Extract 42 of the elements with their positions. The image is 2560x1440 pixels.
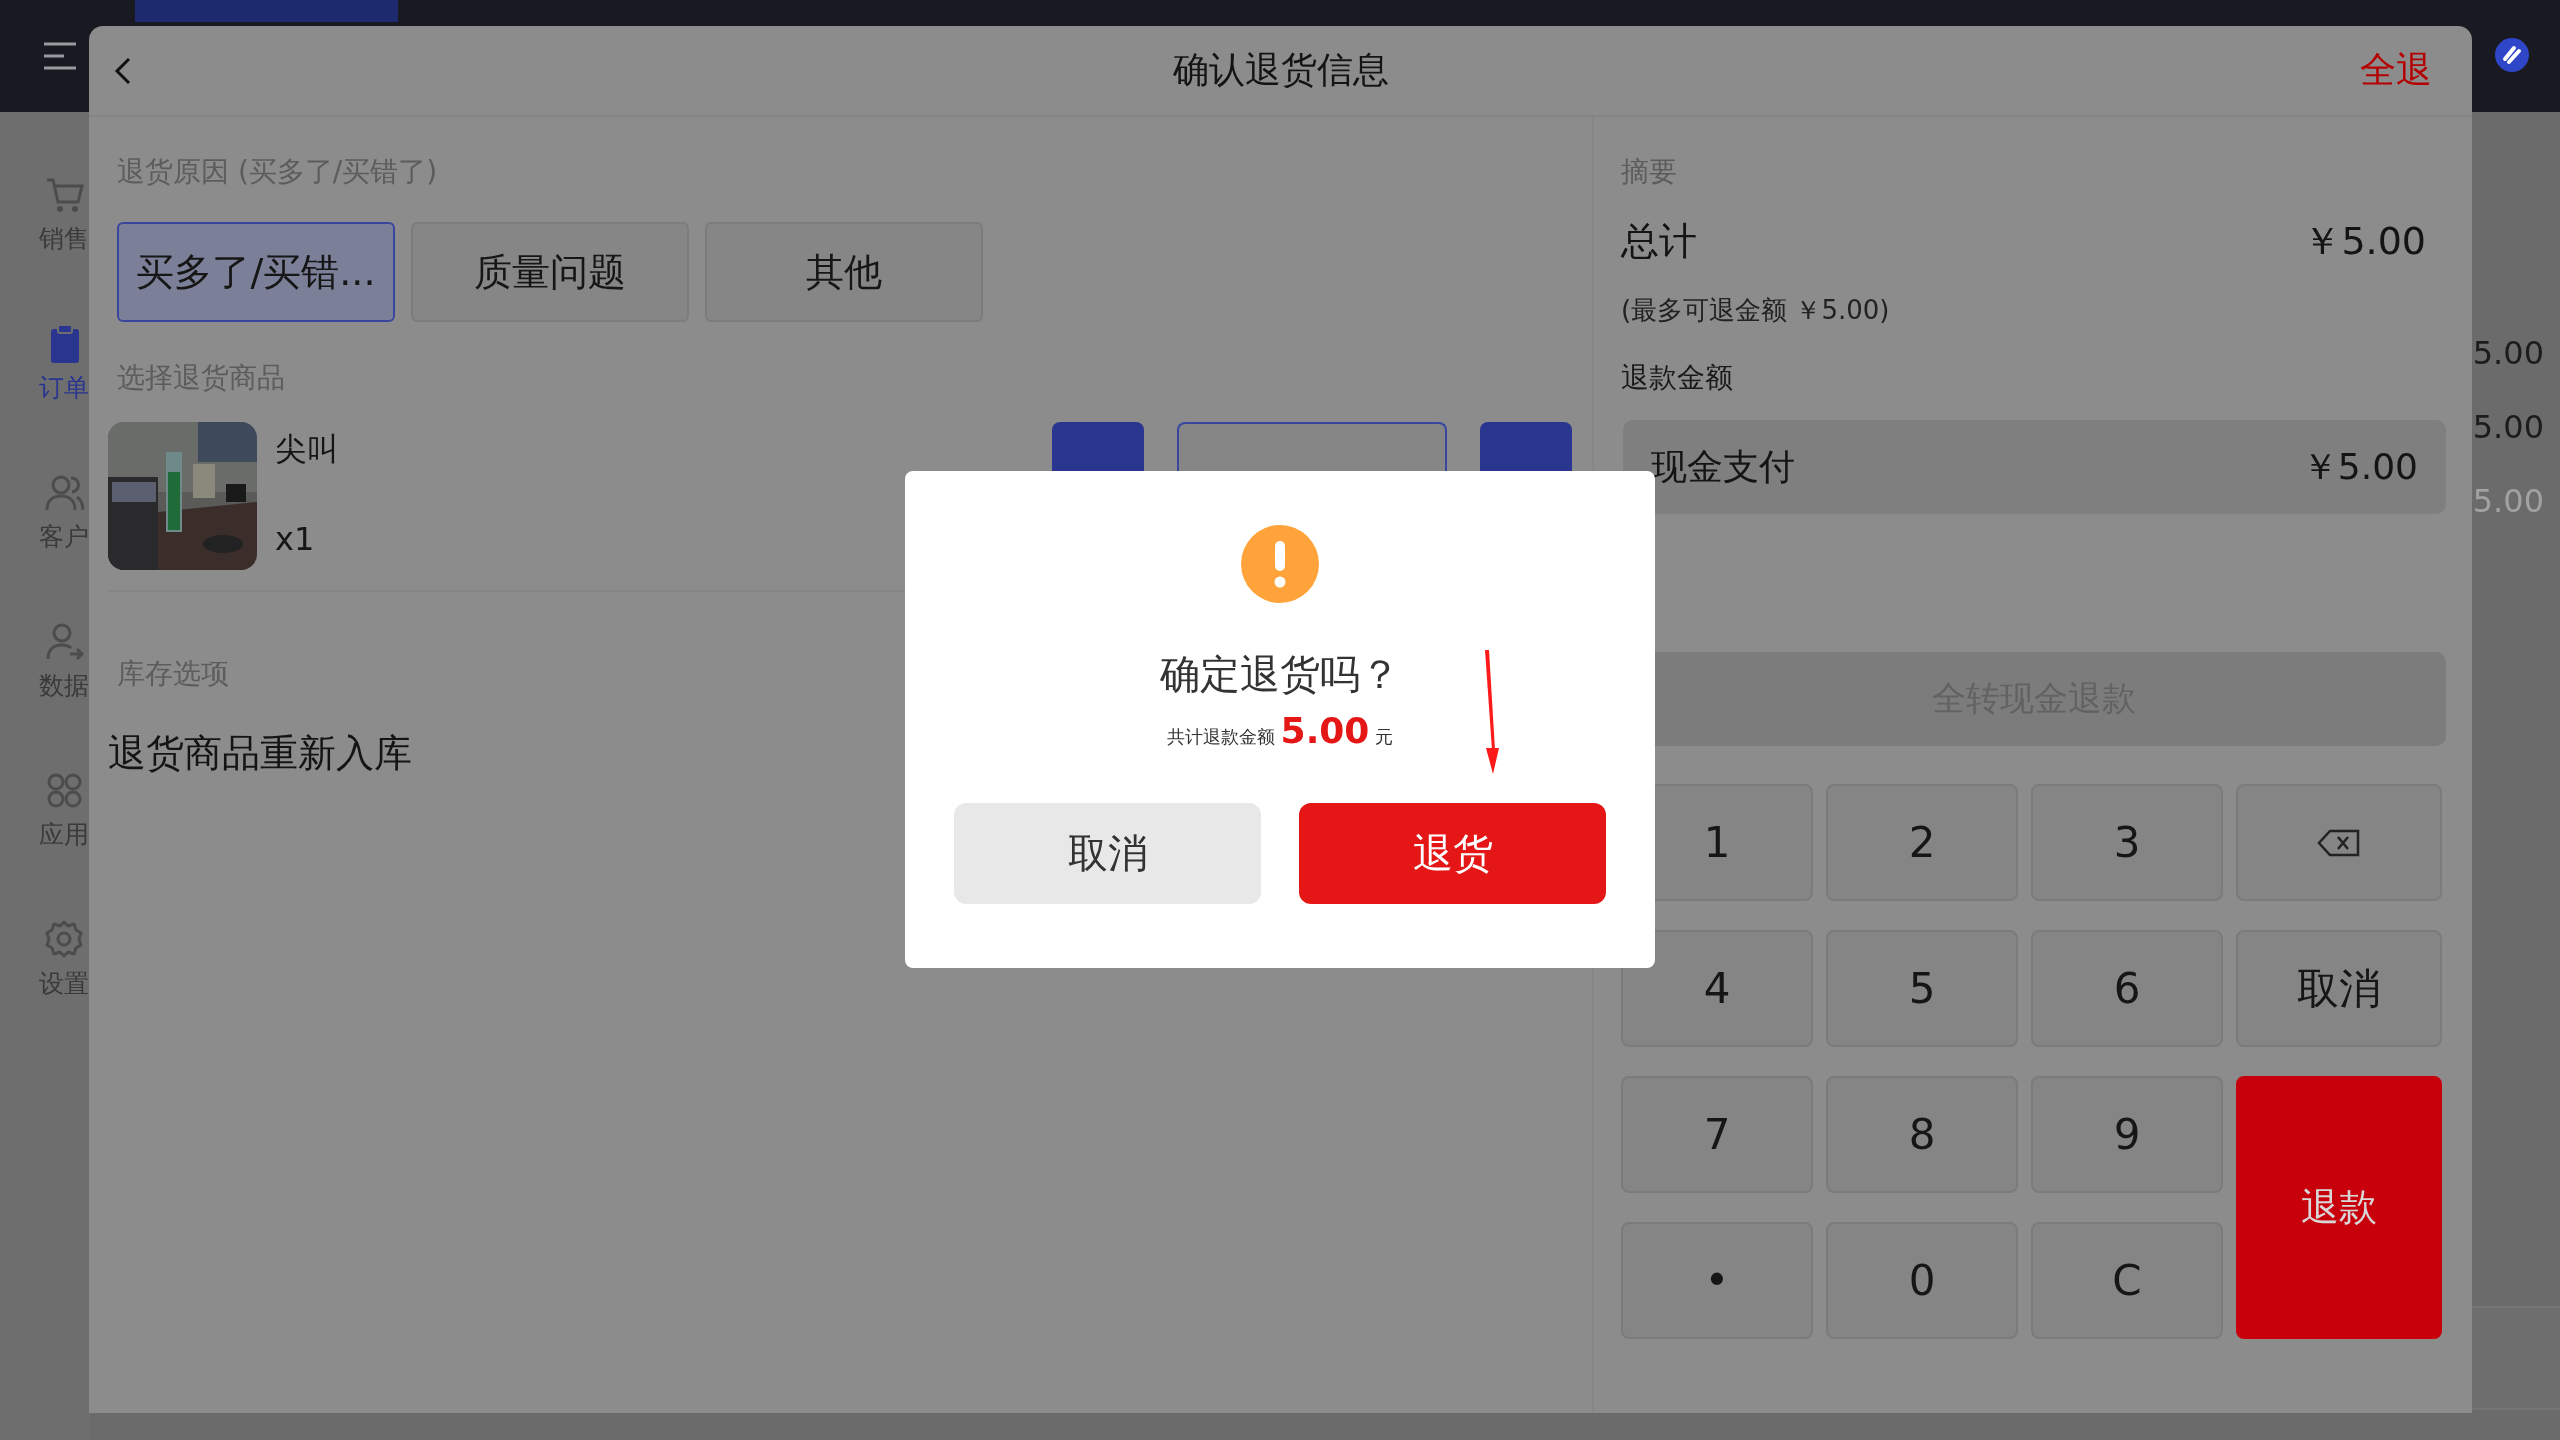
stock-option[interactable]: 退货商品重新入库 <box>108 728 412 779</box>
keypad-key[interactable]: 7 <box>1621 1076 1813 1193</box>
payment-row[interactable]: 现金支付 ￥5.00 <box>1623 420 2446 514</box>
page-title: 确认退货信息 <box>1172 48 1389 92</box>
keypad-key[interactable]: • <box>1621 1222 1813 1339</box>
product-name: 尖叫 <box>275 429 340 470</box>
link-icon[interactable] <box>2494 37 2530 73</box>
keypad-key[interactable]: 3 <box>2031 784 2223 901</box>
amount-label: 共计退款金额 <box>1166 725 1275 749</box>
settings-icon <box>44 919 84 959</box>
return-button[interactable]: 退货 <box>1299 803 1606 904</box>
reason-option[interactable]: 买多了/买错... <box>117 222 395 322</box>
total-amount: ￥5.00 <box>2303 218 2426 265</box>
keypad-key[interactable]: 取消 <box>2236 930 2442 1047</box>
currency-unit: 元 <box>1375 725 1394 749</box>
payment-amount: ￥5.00 <box>2301 444 2418 489</box>
keypad-key[interactable]: 9 <box>2031 1076 2223 1193</box>
product-quantity: x1 <box>275 520 316 558</box>
amount-text: 5.00 <box>2472 408 2544 446</box>
back-icon[interactable] <box>113 55 133 86</box>
refund-amount: 5.00 <box>1280 710 1370 751</box>
warning-icon <box>1241 525 1319 603</box>
keypad-key[interactable]: 8 <box>1826 1076 2018 1193</box>
menu-icon[interactable] <box>42 41 78 71</box>
keypad-key[interactable]: 4 <box>1621 930 1813 1047</box>
keypad-key[interactable]: 2 <box>1826 784 2018 901</box>
amount-text: 5.00 <box>2472 334 2544 372</box>
dialog-title: 确定退货吗？ <box>1160 650 1400 699</box>
backspace-icon <box>2316 827 2362 858</box>
cancel-button[interactable]: 取消 <box>954 803 1261 904</box>
keypad-key[interactable]: C <box>2031 1222 2223 1339</box>
max-refund-text: (最多可退金额 ￥5.00) <box>1621 294 1890 327</box>
total-label: 总计 <box>1621 218 1697 265</box>
payment-method: 现金支付 <box>1651 444 1795 489</box>
person-arrow-icon <box>44 621 84 661</box>
keypad-key[interactable]: 5 <box>1826 930 2018 1047</box>
reason-option[interactable]: 质量问题 <box>411 222 689 322</box>
reason-option[interactable]: 其他 <box>705 222 983 322</box>
keypad-key[interactable]: 0 <box>1826 1222 2018 1339</box>
section-label: 退款金额 <box>1621 360 1733 396</box>
keypad-key[interactable]: 6 <box>2031 930 2223 1047</box>
refund-key[interactable]: 退款 <box>2236 1076 2442 1339</box>
